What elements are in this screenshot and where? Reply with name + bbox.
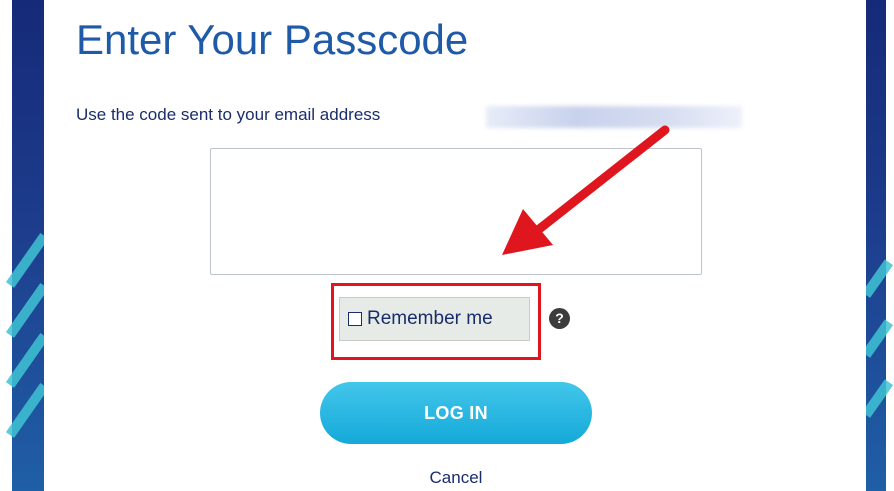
right-background-panel <box>866 0 894 491</box>
remember-me-checkbox[interactable] <box>348 312 362 326</box>
remember-me-label: Remember me <box>367 308 493 329</box>
passcode-card: Enter Your Passcode Use the code sent to… <box>44 0 866 491</box>
left-edge <box>0 0 12 491</box>
page-title: Enter Your Passcode <box>76 16 469 63</box>
left-background-panel <box>0 0 44 491</box>
login-button[interactable]: LOG IN <box>320 382 592 444</box>
instruction-text: Use the code sent to your email address <box>76 105 381 124</box>
cancel-link[interactable]: Cancel <box>44 468 868 488</box>
remember-me-button[interactable]: Remember me <box>339 297 530 341</box>
passcode-input[interactable] <box>210 148 702 275</box>
help-icon[interactable]: ? <box>549 308 570 329</box>
right-edge <box>886 0 894 491</box>
redacted-email-address <box>486 106 742 128</box>
